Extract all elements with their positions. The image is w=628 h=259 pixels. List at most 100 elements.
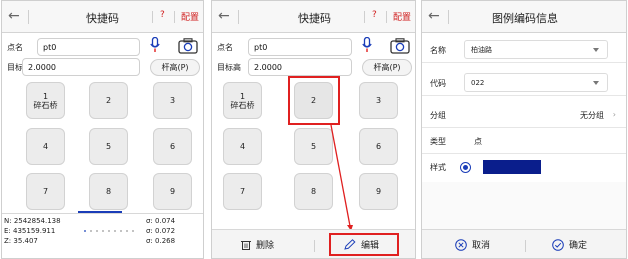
config-button[interactable]: 配置 — [393, 10, 411, 23]
quick-key-4[interactable]: 4 — [26, 128, 65, 165]
camera-icon[interactable] — [390, 38, 410, 54]
page-indicator — [93, 253, 111, 256]
title-bar: ← 快捷码 ? 配置 — [212, 1, 415, 33]
divider — [28, 10, 29, 24]
key-number: 3 — [375, 96, 382, 105]
camera-icon[interactable] — [178, 38, 198, 54]
page-title: 快捷码 — [298, 12, 331, 25]
name-value: 柏油路 — [471, 46, 492, 54]
quick-key-8[interactable]: 8 — [89, 173, 128, 210]
style-label: 样式 — [430, 163, 446, 172]
quick-key-7[interactable]: 7 — [26, 173, 65, 210]
back-arrow-icon[interactable]: ← — [428, 8, 444, 24]
quick-key-1[interactable]: 1 碎石桥 — [26, 82, 65, 119]
sigma-e-readout: σ: 0.072 — [146, 227, 176, 235]
key-number: 9 — [375, 187, 382, 196]
key-number: 2 — [105, 96, 112, 105]
target-height-input[interactable]: 2.0000 — [22, 58, 140, 76]
pole-height-button[interactable]: 杆高(P) — [362, 59, 412, 76]
divider — [238, 10, 239, 24]
target-height-label: 目标高 — [217, 63, 241, 72]
name-row: 名称 柏油路 — [422, 37, 626, 63]
name-label: 名称 — [430, 46, 446, 55]
confirm-button[interactable]: 确定 — [552, 238, 587, 251]
divider — [448, 10, 449, 24]
target-height-input[interactable]: 2.0000 — [248, 58, 352, 76]
key-number: 7 — [239, 187, 246, 196]
elevation-readout: Z: 35.407 — [4, 237, 38, 245]
back-arrow-icon[interactable]: ← — [218, 8, 234, 24]
key-number: 3 — [169, 96, 176, 105]
group-row[interactable]: 分组 无分组 › — [422, 102, 626, 128]
coordinate-status-bar: N: 2542854.138 E: 435159.911 Z: 35.407 σ… — [2, 213, 203, 258]
point-name-label: 点名 — [7, 43, 23, 52]
style-radio[interactable] — [460, 162, 471, 173]
key-number: 5 — [105, 142, 112, 151]
quick-key-9[interactable]: 9 — [153, 173, 192, 210]
key-number: 5 — [310, 142, 317, 151]
name-select[interactable]: 柏油路 — [464, 40, 608, 59]
back-arrow-icon[interactable]: ← — [8, 8, 24, 24]
code-select[interactable]: 022 — [464, 73, 608, 92]
empty-area — [422, 182, 626, 229]
trash-icon — [241, 241, 251, 250]
key-number: 8 — [105, 187, 112, 196]
group-value: 无分组 — [580, 111, 604, 120]
point-name-input[interactable]: pt0 — [248, 38, 352, 56]
sigma-z-readout: σ: 0.268 — [146, 237, 176, 245]
quick-key-9[interactable]: 9 — [359, 173, 398, 210]
cancel-label: 取消 — [472, 241, 491, 251]
key-number: 1 — [239, 91, 246, 101]
divider — [386, 11, 387, 23]
help-button[interactable]: ? — [372, 10, 377, 20]
key-number: 9 — [169, 187, 176, 196]
code-row: 代码 022 — [422, 70, 626, 96]
quick-code-panel: ← 快捷码 ? 配置 点名 pt0 目标高 2.0000 杆高(P) 1 碎石桥… — [1, 0, 204, 259]
edit-button[interactable]: 编辑 — [344, 238, 379, 251]
title-bar: ← 图例编码信息 — [422, 1, 626, 33]
divider — [152, 11, 153, 23]
divider — [525, 240, 526, 252]
quick-key-3[interactable]: 3 — [359, 82, 398, 119]
edit-label: 编辑 — [361, 241, 380, 251]
confirm-label: 确定 — [569, 241, 588, 251]
type-label: 类型 — [430, 137, 446, 146]
divider — [364, 11, 365, 23]
key-number: 1 — [42, 91, 49, 101]
key-number: 6 — [375, 142, 382, 151]
microphone-icon[interactable] — [362, 37, 372, 53]
quick-key-6[interactable]: 6 — [153, 128, 192, 165]
divider — [314, 240, 315, 252]
chevron-down-icon — [593, 48, 599, 52]
help-button[interactable]: ? — [160, 10, 165, 20]
quick-key-4[interactable]: 4 — [223, 128, 262, 165]
key-number: 4 — [239, 142, 246, 151]
point-name-label: 点名 — [217, 43, 233, 52]
quick-key-7[interactable]: 7 — [223, 173, 262, 210]
title-bar: ← 快捷码 ? 配置 — [2, 1, 203, 33]
type-row: 类型 点 — [422, 128, 626, 154]
microphone-icon[interactable] — [150, 37, 160, 53]
key-number: 8 — [310, 187, 317, 196]
check-circle-icon — [552, 238, 564, 251]
delete-button[interactable]: 删除 — [241, 238, 274, 251]
color-swatch[interactable] — [483, 160, 541, 174]
config-button[interactable]: 配置 — [181, 10, 199, 23]
legend-code-info-panel: ← 图例编码信息 名称 柏油路 代码 022 分组 无分组 › 类型 点 样式 — [421, 0, 627, 259]
cancel-button[interactable]: 取消 — [455, 238, 490, 251]
point-name-input[interactable]: pt0 — [37, 38, 140, 56]
delete-label: 删除 — [256, 241, 275, 251]
quick-key-2[interactable]: 2 — [89, 82, 128, 119]
quick-key-8[interactable]: 8 — [294, 173, 333, 210]
easting-readout: E: 435159.911 — [4, 227, 56, 235]
quick-key-5[interactable]: 5 — [89, 128, 128, 165]
selection-highlight — [288, 76, 340, 125]
quick-key-5[interactable]: 5 — [294, 128, 333, 165]
northing-readout: N: 2542854.138 — [4, 217, 61, 225]
quick-key-1[interactable]: 1 碎石桥 — [223, 82, 262, 119]
signal-dots — [84, 230, 138, 232]
pole-height-button[interactable]: 杆高(P) — [150, 59, 200, 76]
quick-key-3[interactable]: 3 — [153, 82, 192, 119]
close-circle-icon — [455, 238, 467, 251]
quick-key-6[interactable]: 6 — [359, 128, 398, 165]
